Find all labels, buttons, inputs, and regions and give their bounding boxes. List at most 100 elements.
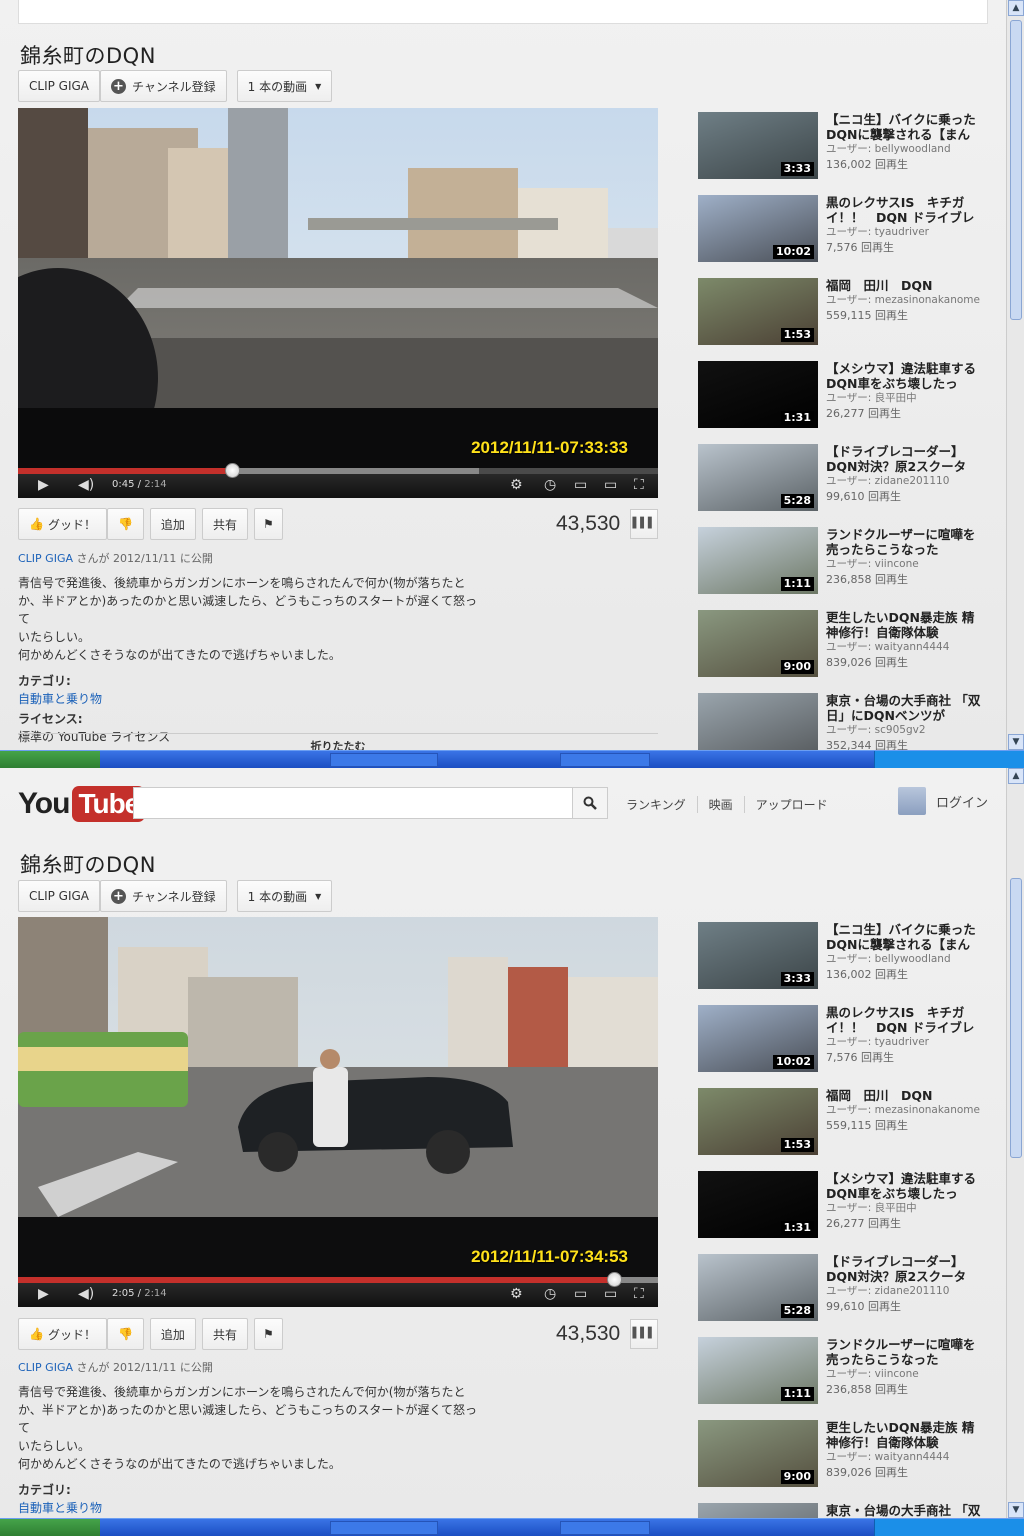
related-title[interactable]: 更生したいDQN暴走族 精神修行！自衛隊体験 — [826, 610, 986, 640]
category-link[interactable]: 自動車と乗り物 — [18, 690, 478, 708]
scrollbar[interactable]: ▲ ▼ — [1006, 0, 1024, 750]
user-name[interactable]: mezasinonakanome — [875, 294, 980, 306]
related-title[interactable]: 更生したいDQN暴走族 精神修行！自衛隊体験 — [826, 1420, 986, 1450]
add-button[interactable]: 追加 — [149, 1318, 196, 1350]
stats-button[interactable]: ▌▌▌ — [630, 509, 658, 539]
related-title[interactable]: 【ニコ生】バイクに乗った DQNに襲撃される【まん — [826, 112, 986, 142]
related-title[interactable]: 黒のレクサスIS キチガイ！！ DQN ドライブレ — [826, 1005, 986, 1035]
related-title[interactable]: ランドクルーザーに喧嘩を売ったらこうなった — [826, 1337, 986, 1367]
category-link[interactable]: 自動車と乗り物 — [18, 1499, 478, 1517]
play-icon[interactable]: ▶ — [38, 477, 49, 493]
login-link[interactable]: ログイン — [936, 792, 988, 811]
scrubber-handle[interactable] — [607, 1272, 623, 1287]
related-title[interactable]: 東京・台場の大手商社 「双日」にDQNベンツが — [826, 1503, 986, 1518]
related-thumbnail[interactable]: 1:31 — [698, 361, 818, 428]
scroll-up-icon[interactable]: ▲ — [1008, 768, 1024, 784]
volume-icon[interactable]: ◀) — [78, 477, 94, 493]
scroll-thumb[interactable] — [1010, 20, 1022, 320]
taskbar-window[interactable] — [560, 1521, 650, 1535]
search-button[interactable] — [572, 787, 608, 819]
subscribe-button[interactable]: + チャンネル登録 — [100, 70, 227, 102]
scrubber-handle[interactable] — [225, 463, 241, 478]
add-button[interactable]: 追加 — [149, 508, 196, 540]
user-name[interactable]: tyaudriver — [875, 226, 929, 238]
nav-movies[interactable]: 映画 — [696, 796, 744, 813]
start-button[interactable] — [0, 751, 100, 768]
gear-icon[interactable]: ⚙ — [510, 1286, 523, 1302]
large-player-icon[interactable]: ▭ — [604, 477, 617, 493]
progress-bar[interactable] — [18, 463, 658, 478]
related-video-item[interactable]: 3:33 【ニコ生】バイクに乗った DQNに襲撃される【まん ユーザー: belly… — [698, 922, 988, 1005]
channel-link[interactable]: CLIP GIGA — [18, 1361, 73, 1374]
scroll-down-icon[interactable]: ▼ — [1008, 1502, 1024, 1518]
related-thumbnail[interactable] — [698, 1503, 818, 1518]
user-name[interactable]: viincone — [875, 1368, 919, 1380]
related-video-item[interactable]: 1:31 【メシウマ】違法駐車する DQN車をぶち壊したっ ユーザー: 良平田中 26… — [698, 361, 988, 444]
progress-bar[interactable] — [18, 1272, 658, 1287]
related-title[interactable]: 【ニコ生】バイクに乗った DQNに襲撃される【まん — [826, 922, 986, 952]
watch-later-icon[interactable]: ◷ — [544, 477, 556, 493]
stats-button[interactable]: ▌▌▌ — [630, 1319, 658, 1349]
nav-ranking[interactable]: ランキング — [626, 796, 697, 813]
collapse-button[interactable]: 折りたたむ — [18, 733, 658, 750]
related-video-item[interactable]: 東京・台場の大手商社 「双日」にDQNベンツがユーザー: sc905gv2352… — [698, 1503, 988, 1518]
search-input[interactable] — [133, 787, 573, 819]
scroll-up-icon[interactable]: ▲ — [1008, 0, 1024, 16]
related-thumbnail[interactable]: 5:28 — [698, 444, 818, 511]
user-name[interactable]: mezasinonakanome — [875, 1104, 980, 1116]
user-name[interactable]: waityann4444 — [875, 641, 950, 653]
videos-count-dropdown[interactable]: 1 本の動画 ▼ — [236, 70, 333, 102]
user-name[interactable]: waityann4444 — [875, 1451, 950, 1463]
related-title[interactable]: 福岡 田川 DQN — [826, 1088, 986, 1103]
user-name[interactable]: 良平田中 — [875, 392, 917, 404]
channel-name-button[interactable]: CLIP GIGA — [18, 70, 100, 102]
flag-button[interactable]: ⚑ — [253, 1318, 283, 1350]
nav-upload[interactable]: アップロード — [743, 796, 839, 813]
gear-icon[interactable]: ⚙ — [510, 477, 523, 493]
channel-name-button[interactable]: CLIP GIGA — [18, 880, 100, 912]
user-name[interactable]: bellywoodland — [875, 953, 951, 965]
share-button[interactable]: 共有 — [201, 1318, 248, 1350]
share-button[interactable]: 共有 — [201, 508, 248, 540]
video-player[interactable]: 2012/11/11-07:34:53 — [18, 917, 658, 1307]
related-title[interactable]: 福岡 田川 DQN — [826, 278, 986, 293]
related-video-item[interactable]: 9:00 更生したいDQN暴走族 精神修行！自衛隊体験 ユーザー: waityann… — [698, 1420, 988, 1503]
dislike-button[interactable]: 👎 — [106, 1318, 144, 1350]
related-title[interactable]: 東京・台場の大手商社 「双日」にDQNベンツが — [826, 693, 986, 723]
related-thumbnail[interactable]: 3:33 — [698, 922, 818, 989]
taskbar-window[interactable] — [330, 753, 438, 767]
related-thumbnail[interactable] — [698, 693, 818, 750]
fullscreen-icon[interactable]: ⛶ — [634, 1286, 644, 1302]
user-name[interactable]: sc905gv2 — [875, 724, 926, 736]
related-title[interactable]: 【ドライブレコーダー】 DQN対決？原2スクータ — [826, 1254, 986, 1284]
scroll-down-icon[interactable]: ▼ — [1008, 734, 1024, 750]
start-button[interactable] — [0, 1519, 100, 1536]
related-thumbnail[interactable]: 1:11 — [698, 1337, 818, 1404]
video-player[interactable]: 2012/11/11-07:33:33 — [18, 108, 658, 498]
related-thumbnail[interactable]: 10:02 — [698, 1005, 818, 1072]
flag-button[interactable]: ⚑ — [253, 508, 283, 540]
related-video-item[interactable]: 5:28 【ドライブレコーダー】 DQN対決？原2スクータ ユーザー: zidane… — [698, 444, 988, 527]
like-button[interactable]: 👍 グッド！ — [18, 508, 107, 540]
like-button[interactable]: 👍 グッド！ — [18, 1318, 107, 1350]
taskbar-window[interactable] — [560, 753, 650, 767]
volume-icon[interactable]: ◀) — [78, 1286, 94, 1302]
user-name[interactable]: zidane201110 — [875, 475, 950, 487]
fullscreen-icon[interactable]: ⛶ — [634, 477, 644, 493]
taskbar-window[interactable] — [330, 1521, 438, 1535]
play-icon[interactable]: ▶ — [38, 1286, 49, 1302]
related-video-item[interactable]: 10:02 黒のレクサスIS キチガイ！！ DQN ドライブレ ユーザー: tyau… — [698, 195, 988, 278]
related-thumbnail[interactable]: 9:00 — [698, 610, 818, 677]
related-video-item[interactable]: 東京・台場の大手商社 「双日」にDQNベンツがユーザー: sc905gv2352… — [698, 693, 988, 750]
youtube-logo[interactable]: You Tube — [18, 784, 146, 824]
related-title[interactable]: 【ドライブレコーダー】 DQN対決？原2スクータ — [826, 444, 986, 474]
related-title[interactable]: 黒のレクサスIS キチガイ！！ DQN ドライブレ — [826, 195, 986, 225]
related-thumbnail[interactable]: 1:53 — [698, 278, 818, 345]
watch-later-icon[interactable]: ◷ — [544, 1286, 556, 1302]
large-player-icon[interactable]: ▭ — [604, 1286, 617, 1302]
related-video-item[interactable]: 1:53 福岡 田川 DQN ユーザー: mezasinonakanome 559,1… — [698, 1088, 988, 1171]
related-thumbnail[interactable]: 10:02 — [698, 195, 818, 262]
user-name[interactable]: viincone — [875, 558, 919, 570]
small-player-icon[interactable]: ▭ — [574, 477, 587, 493]
user-name[interactable]: zidane201110 — [875, 1285, 950, 1297]
